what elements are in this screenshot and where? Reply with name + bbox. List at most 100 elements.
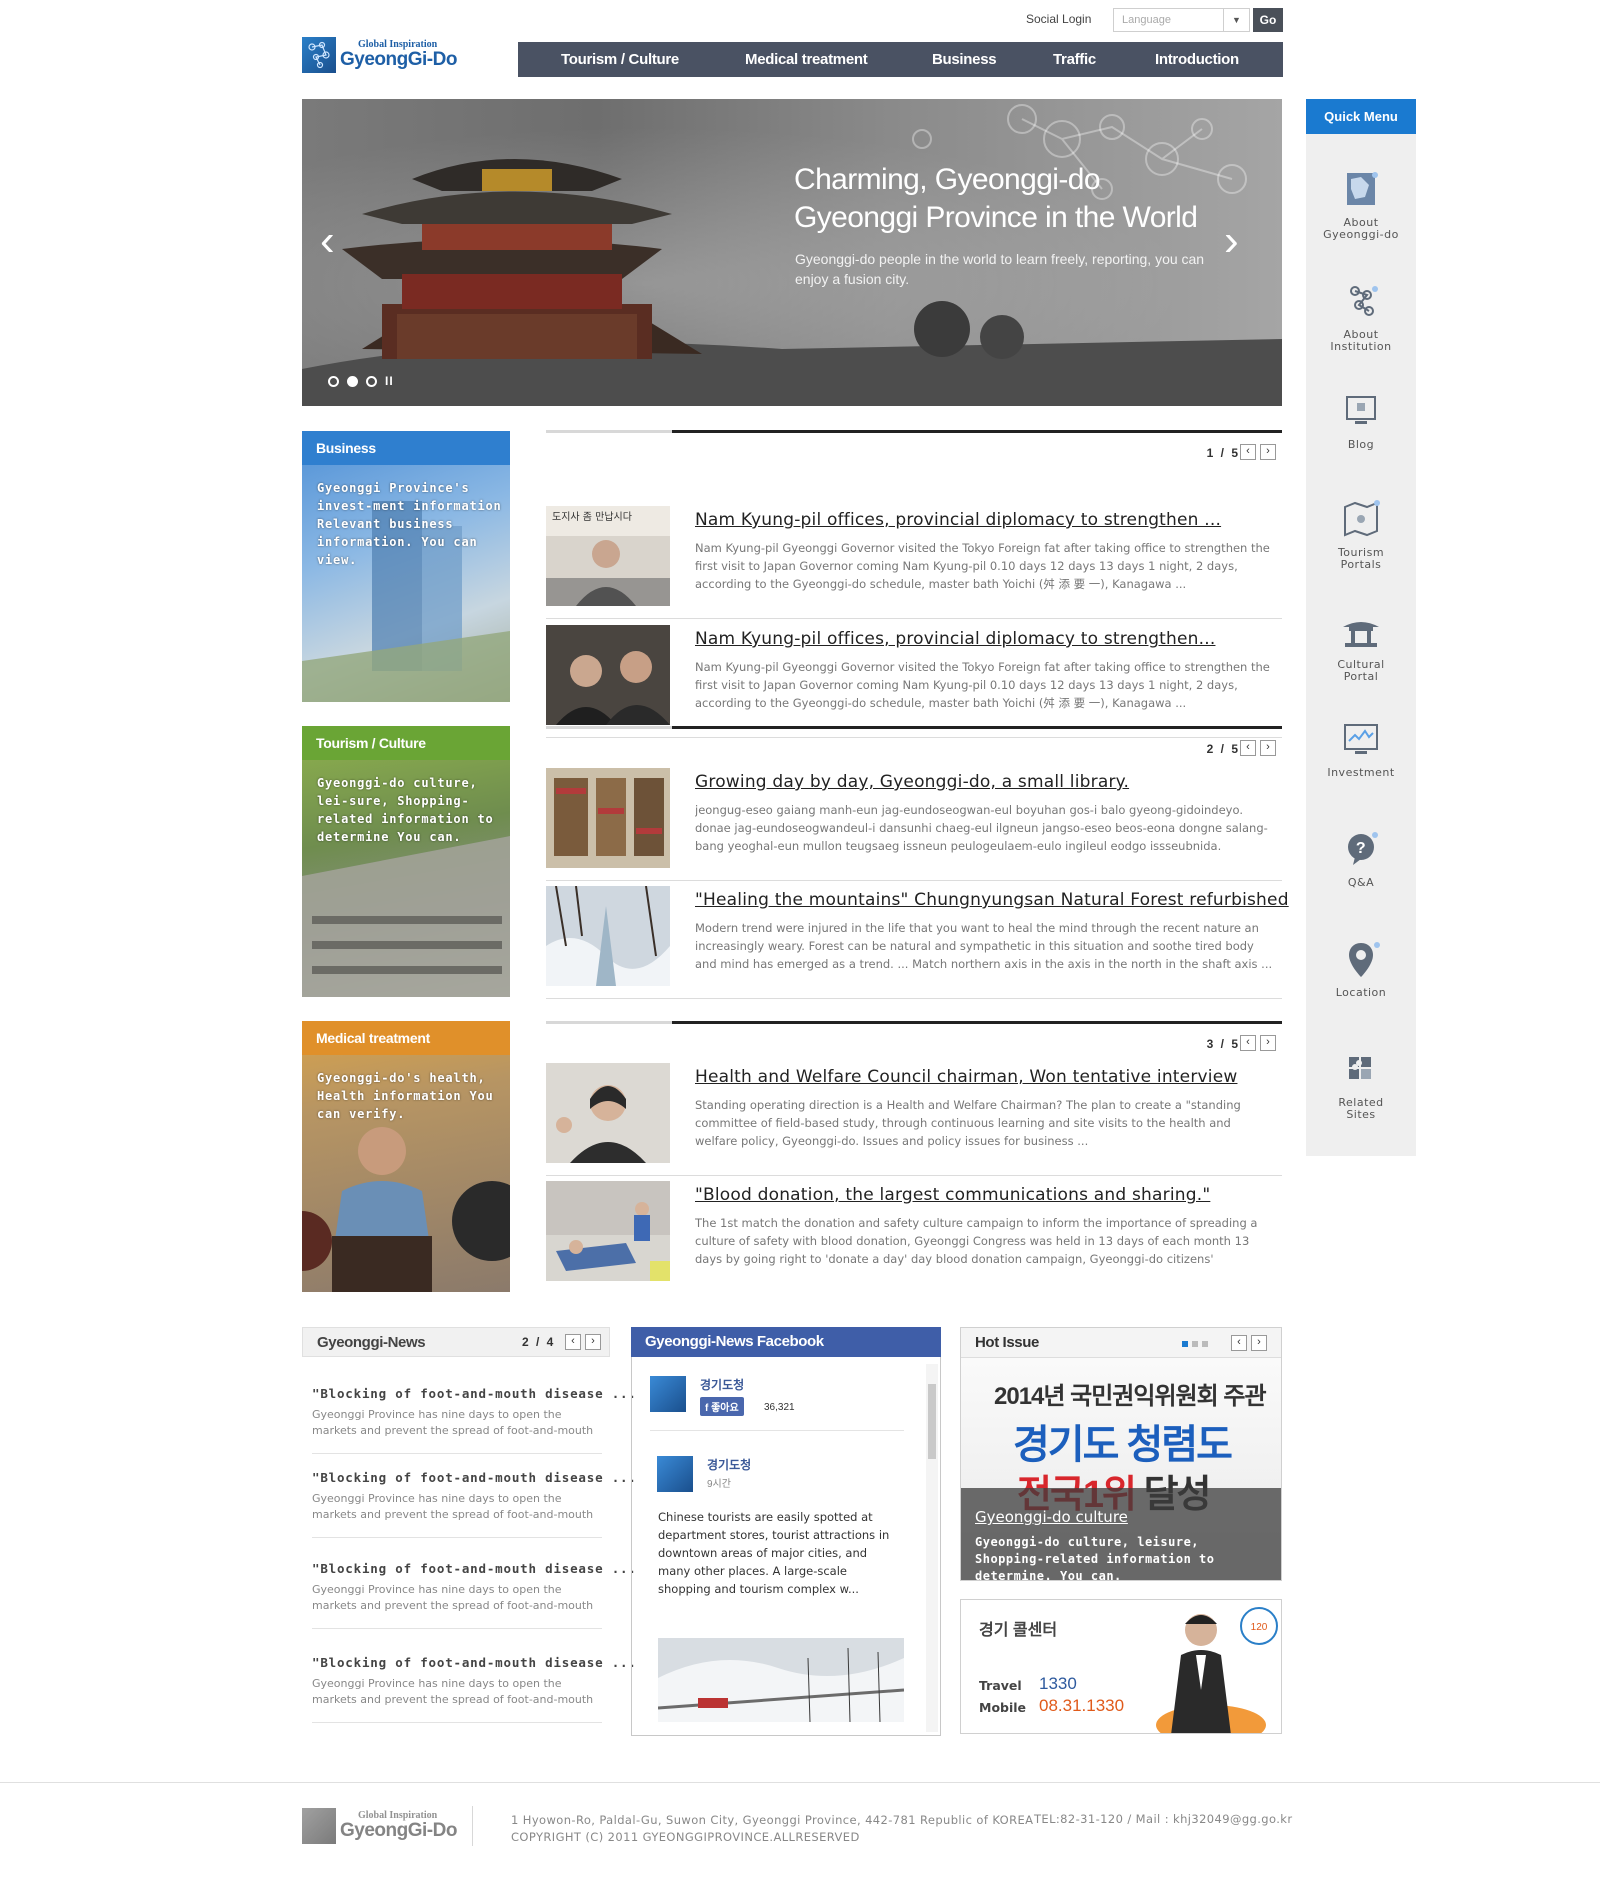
quick-about-institution[interactable]: About Institution xyxy=(1306,279,1416,353)
chevron-right-icon[interactable]: › xyxy=(1260,740,1276,756)
quick-investment[interactable]: Investment xyxy=(1306,717,1416,779)
quick-related-sites[interactable]: Related Sites xyxy=(1306,1047,1416,1121)
medical-tile-image xyxy=(302,1127,510,1292)
quick-about-gyeonggi[interactable]: About Gyeonggi-do xyxy=(1306,167,1416,241)
site-logo[interactable]: Global Inspiration GyeongGi-Do xyxy=(302,35,462,75)
hero-description: Gyeonggi-do people in the world to learn… xyxy=(795,251,1205,287)
tile-medical-treatment[interactable]: Medical treatment Gyeonggi-do's health, … xyxy=(302,1021,510,1292)
nav-medical-treatment[interactable]: Medical treatment xyxy=(745,42,868,77)
news-article[interactable]: "Healing the mountains" Chungnyungsan Na… xyxy=(546,886,1288,1000)
post-avatar[interactable] xyxy=(657,1456,693,1492)
chevron-right-icon[interactable]: › xyxy=(585,1334,601,1350)
quick-label: Investment xyxy=(1327,766,1395,779)
nav-business[interactable]: Business xyxy=(932,42,997,77)
chevron-right-icon[interactable]: › xyxy=(1251,1335,1267,1351)
tile-tourism-text: Gyeonggi-do culture, lei-sure, Shopping-… xyxy=(317,776,494,844)
article-title[interactable]: Nam Kyung-pil offices, provincial diplom… xyxy=(695,510,1221,530)
hot-issue-banner[interactable]: 2014년 국민권익위원회 주관 경기도 청렴도 전국1위 달성 Gyeongg… xyxy=(961,1358,1281,1580)
article-title[interactable]: "Blood donation, the largest communicati… xyxy=(695,1185,1210,1205)
news-article[interactable]: Nam Kyung-pil offices, provincial diplom… xyxy=(546,625,1282,739)
summary-line: markets and prevent the spread of foot-a… xyxy=(312,1599,594,1612)
like-button[interactable]: f 좋아요 xyxy=(700,1397,744,1416)
news-item-title[interactable]: "Blocking of foot-and-mouth disease ... xyxy=(312,1561,636,1576)
article-title[interactable]: Growing day by day, Gyeonggi-do, a small… xyxy=(695,772,1129,792)
news-list-item[interactable]: "Blocking of foot-and-mouth disease ... … xyxy=(312,1645,636,1723)
slide-dot-active[interactable] xyxy=(347,375,358,387)
article-title[interactable]: Nam Kyung-pil offices, provincial diplom… xyxy=(695,629,1215,649)
article-summary: Modern trend were injured in the life th… xyxy=(695,921,1273,971)
news-article[interactable]: "Blood donation, the largest communicati… xyxy=(546,1181,1282,1295)
nav-introduction[interactable]: Introduction xyxy=(1155,42,1239,77)
tile-business[interactable]: Business Gyeonggi Province's invest-ment… xyxy=(302,431,510,702)
nav-tourism-culture[interactable]: Tourism / Culture xyxy=(561,42,679,77)
chevron-right-icon[interactable]: › xyxy=(1260,1035,1276,1051)
quick-cultural-portal[interactable]: Cultural Portal xyxy=(1306,609,1416,683)
news-article[interactable]: 도지사 좀 만납시다 Nam Kyung-pil offices, provin… xyxy=(546,506,1282,620)
institution-icon xyxy=(1350,286,1378,316)
page-avatar[interactable] xyxy=(650,1376,686,1412)
hot-issue-indicator xyxy=(1182,1341,1208,1347)
like-label: 좋아요 xyxy=(711,1403,739,1414)
news-article[interactable]: Health and Welfare Council chairman, Won… xyxy=(546,1063,1282,1177)
indicator-dot[interactable] xyxy=(1192,1341,1198,1347)
scrollbar-thumb[interactable] xyxy=(928,1384,936,1459)
news-list-item[interactable]: "Blocking of foot-and-mouth disease ... … xyxy=(312,1376,636,1454)
quick-menu-title: Quick Menu xyxy=(1306,99,1416,134)
banner-line2: 경기도 청렴도 xyxy=(1013,1423,1233,1467)
chevron-right-icon[interactable]: › xyxy=(1224,219,1254,269)
article-title[interactable]: Health and Welfare Council chairman, Won… xyxy=(695,1067,1237,1087)
indicator-dot-active[interactable] xyxy=(1182,1341,1188,1347)
page-name[interactable]: 경기도청 xyxy=(700,1376,744,1393)
chevron-left-icon[interactable]: ‹ xyxy=(565,1334,581,1350)
footer-contact: TEL:82-31-120 / Mail : khj32049@gg.go.kr xyxy=(1034,1812,1293,1826)
slide-dot[interactable] xyxy=(366,375,377,387)
caption-title[interactable]: Gyeonggi-do culture xyxy=(975,1508,1128,1526)
post-author[interactable]: 경기도청 xyxy=(707,1456,751,1473)
quick-blog[interactable]: Blog xyxy=(1306,389,1416,451)
chevron-down-icon[interactable]: ▼ xyxy=(1223,9,1249,31)
footer-separator xyxy=(472,1806,473,1846)
quick-location[interactable]: Location xyxy=(1306,937,1416,999)
nav-traffic[interactable]: Traffic xyxy=(1053,42,1096,77)
copyright-text: COPYRIGHT (C) 2011 GYEONGGIPROVINCE.ALLR… xyxy=(511,1830,860,1844)
quick-label: Blog xyxy=(1347,438,1375,451)
summary-line: Gyeonggi Province has nine days to open … xyxy=(312,1408,562,1421)
article-thumbnail xyxy=(546,886,670,986)
summary-line: Gyeonggi Province has nine days to open … xyxy=(312,1583,562,1596)
news-item-title[interactable]: "Blocking of foot-and-mouth disease ... xyxy=(312,1655,636,1670)
news-list-item[interactable]: "Blocking of foot-and-mouth disease ... … xyxy=(312,1460,636,1538)
pause-icon[interactable]: II xyxy=(385,374,394,388)
chevron-right-icon[interactable]: › xyxy=(1260,444,1276,460)
footer-divider xyxy=(0,1782,1600,1783)
news-item-title[interactable]: "Blocking of foot-and-mouth disease ... xyxy=(312,1386,636,1401)
scrollbar[interactable] xyxy=(926,1364,938,1732)
chevron-left-icon[interactable]: ‹ xyxy=(1231,1335,1247,1351)
hero-title: Charming, Gyeonggi-do Gyeonggi Province i… xyxy=(794,161,1198,237)
hero-title-line2: Gyeonggi Province in the World xyxy=(794,201,1198,234)
summary-line: markets and prevent the spread of foot-a… xyxy=(312,1693,594,1706)
chevron-left-icon[interactable]: ‹ xyxy=(1240,1035,1256,1051)
section-rule xyxy=(546,726,1282,729)
chevron-left-icon[interactable]: ‹ xyxy=(320,219,350,269)
hot-issue-panel: Hot Issue ‹ › 2014년 국민권익위원회 주관 경기도 청렴도 전… xyxy=(960,1327,1282,1581)
chevron-left-icon[interactable]: ‹ xyxy=(1240,740,1256,756)
pagination-label: 2 / 4 xyxy=(522,1335,556,1349)
indicator-dot[interactable] xyxy=(1202,1341,1208,1347)
news-article[interactable]: Growing day by day, Gyeonggi-do, a small… xyxy=(546,768,1282,882)
quick-qna[interactable]: ? Q&A xyxy=(1306,827,1416,889)
chart-monitor-icon xyxy=(1344,724,1378,754)
post-image[interactable] xyxy=(658,1638,904,1722)
tile-tourism-culture[interactable]: Tourism / Culture Gyeonggi-do culture, l… xyxy=(302,726,510,997)
news-list-item[interactable]: "Blocking of foot-and-mouth disease ... … xyxy=(312,1551,636,1629)
call-center-panel[interactable]: 경기 콜센터 Travel 1330 Mobile 08.31.1330 120 xyxy=(960,1599,1282,1734)
chevron-left-icon[interactable]: ‹ xyxy=(1240,444,1256,460)
news-item-title[interactable]: "Blocking of foot-and-mouth disease ... xyxy=(312,1470,636,1485)
footer-logo[interactable]: Global Inspiration GyeongGi-Do xyxy=(302,1806,462,1846)
article-title[interactable]: "Healing the mountains" Chungnyungsan Na… xyxy=(695,890,1289,910)
quick-tourism-portals[interactable]: Tourism Portals xyxy=(1306,497,1416,571)
go-button[interactable]: Go xyxy=(1253,8,1283,32)
slide-dot[interactable] xyxy=(328,375,339,387)
call-center-agent-image: 120 xyxy=(1156,1607,1278,1733)
language-select[interactable]: Language ▼ xyxy=(1113,8,1250,32)
social-login-link[interactable]: Social Login xyxy=(1026,12,1091,26)
